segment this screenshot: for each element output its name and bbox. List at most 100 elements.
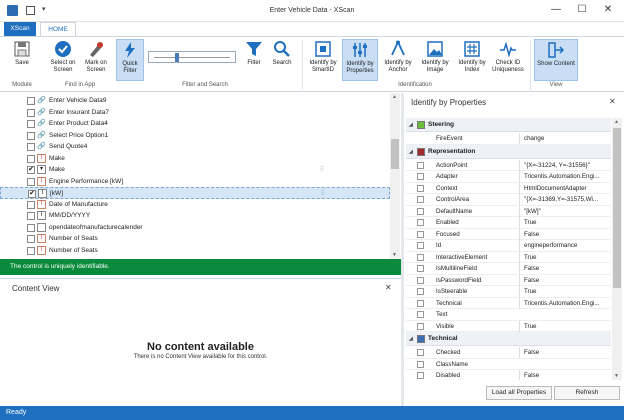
tree-row-checkbox[interactable]: [27, 120, 35, 128]
property-value[interactable]: True: [519, 217, 609, 228]
property-row[interactable]: FireEvent change: [406, 133, 611, 145]
tree-row-checkbox[interactable]: [27, 108, 35, 117]
property-value[interactable]: engineperformance: [519, 240, 609, 251]
property-checkbox[interactable]: [417, 161, 424, 169]
property-value[interactable]: True: [519, 251, 609, 263]
property-row[interactable]: Context HtmlDocumentAdapter: [406, 182, 611, 194]
tree-row-checkbox[interactable]: [27, 223, 35, 232]
property-value[interactable]: False: [519, 263, 609, 274]
tree-row-checkbox[interactable]: [27, 143, 35, 151]
property-row[interactable]: InteractiveElement True: [406, 251, 611, 263]
property-row[interactable]: Adapter Tricentis.Automation.Engi...: [406, 171, 611, 183]
property-checkbox[interactable]: [417, 253, 424, 261]
property-value[interactable]: Tricentis.Automation.Engi...: [519, 171, 609, 182]
property-row[interactable]: Focused False: [406, 228, 611, 240]
property-value[interactable]: False: [519, 370, 609, 380]
identify-by-smartid-button[interactable]: Identify by SmartID: [305, 39, 341, 81]
property-row[interactable]: ClassName: [406, 359, 611, 370]
property-value[interactable]: "[kW]": [519, 205, 609, 217]
tab-file[interactable]: XScan: [4, 22, 36, 36]
property-checkbox[interactable]: [417, 311, 424, 318]
property-row[interactable]: Disabled False: [406, 370, 611, 380]
tree-row-checkbox[interactable]: [27, 177, 35, 186]
quick-filter-button[interactable]: Quick Filter: [116, 39, 144, 81]
scroll-up-icon[interactable]: ▲: [614, 119, 619, 125]
filter-button[interactable]: Filter: [239, 39, 269, 81]
property-category[interactable]: ◢ Steering: [406, 118, 611, 132]
property-value[interactable]: change: [519, 133, 609, 144]
tree-row-checkbox[interactable]: ✔: [27, 166, 35, 174]
property-value[interactable]: "{X=-31224, Y=-31556}": [519, 159, 609, 171]
property-row[interactable]: ControlArea "{X=-31369,Y=-31575,Wi...: [406, 194, 611, 206]
slider-thumb[interactable]: [175, 53, 179, 62]
property-checkbox[interactable]: [417, 288, 424, 295]
property-checkbox[interactable]: [417, 372, 424, 379]
property-row[interactable]: ActionPoint "{X=-31224, Y=-31556}": [406, 159, 611, 171]
property-checkbox[interactable]: [417, 360, 424, 368]
identify-by-index-button[interactable]: Identify by Index: [454, 39, 490, 81]
property-value[interactable]: Tricentis.Automation.Engi...: [519, 297, 609, 309]
property-checkbox[interactable]: [417, 242, 424, 249]
close-icon[interactable]: ✕: [385, 283, 392, 292]
tree-row[interactable]: T Engine Performance [kW]: [0, 176, 390, 188]
tree-row[interactable]: 🔗 Enter Insurant Data7: [0, 107, 390, 119]
tab-home[interactable]: HOME: [40, 22, 76, 36]
property-checkbox[interactable]: [417, 230, 424, 238]
scroll-down-icon[interactable]: ▼: [614, 373, 619, 379]
tree-row-checkbox[interactable]: [27, 212, 35, 220]
tree-row-checkbox[interactable]: ✔: [28, 190, 36, 198]
property-value[interactable]: True: [519, 286, 609, 297]
tree-row-checkbox[interactable]: [27, 154, 35, 163]
tree-row[interactable]: 🔗 Select Price Option1: [0, 130, 390, 142]
scroll-down-icon[interactable]: ▼: [392, 252, 397, 258]
property-row[interactable]: Enabled True: [406, 217, 611, 229]
maximize-button[interactable]: ☐: [572, 4, 592, 17]
tree-row[interactable]: 🔗 Send Quote4: [0, 141, 390, 153]
identify-by-image-button[interactable]: Identify by Image: [417, 39, 453, 81]
property-checkbox[interactable]: [417, 173, 424, 180]
property-checkbox[interactable]: [417, 299, 424, 307]
select-on-screen-button[interactable]: Select on Screen: [45, 39, 81, 81]
tree-row[interactable]: I MM/DD/YYYY: [0, 210, 390, 222]
property-checkbox[interactable]: [417, 184, 424, 192]
scroll-up-icon[interactable]: ▲: [392, 94, 397, 100]
tree-row-checkbox[interactable]: [27, 235, 35, 243]
refresh-button[interactable]: Refresh: [554, 386, 620, 400]
tree-row[interactable]: 🔗 Enter Vehicle Data9: [0, 95, 390, 107]
collapse-arrow-icon[interactable]: ◢: [409, 118, 413, 132]
tree-scrollbar[interactable]: ▲ ▼: [390, 93, 400, 259]
scroll-thumb[interactable]: [391, 139, 399, 169]
identify-by-properties-button[interactable]: Identify by Properties: [342, 39, 378, 81]
check-id-uniqueness-button[interactable]: Check ID Uniqueness: [489, 39, 527, 81]
tree-row-checkbox[interactable]: [27, 131, 35, 140]
property-category[interactable]: ◢ Representation: [406, 144, 611, 159]
property-value[interactable]: False: [519, 347, 609, 358]
property-checkbox[interactable]: [417, 196, 424, 203]
property-row[interactable]: IsMultilineField False: [406, 263, 611, 275]
property-checkbox[interactable]: [417, 349, 424, 356]
mark-on-screen-button[interactable]: Mark on Screen: [78, 39, 114, 81]
tree-row-checkbox[interactable]: [27, 246, 35, 255]
property-row[interactable]: Checked False: [406, 347, 611, 359]
load-all-properties-button[interactable]: Load all Properties: [486, 386, 552, 400]
identify-by-anchor-button[interactable]: Identify by Anchor: [380, 39, 416, 81]
property-checkbox[interactable]: [417, 276, 424, 284]
collapse-arrow-icon[interactable]: ◢: [409, 145, 413, 159]
property-row[interactable]: Visible True: [406, 320, 611, 332]
property-row[interactable]: DefaultName "[kW]": [406, 205, 611, 217]
tree-row[interactable]: ✔ ▾ Make ⫶⫶: [0, 164, 390, 176]
search-button[interactable]: Search: [267, 39, 297, 81]
property-value[interactable]: False: [519, 228, 609, 240]
property-row[interactable]: IsSteerable True: [406, 286, 611, 298]
property-checkbox[interactable]: [417, 219, 424, 226]
tree-row-checkbox[interactable]: [27, 200, 35, 209]
tree-row[interactable]: 🔗 Enter Product Data4: [0, 118, 390, 130]
property-checkbox[interactable]: [417, 322, 424, 330]
minimize-button[interactable]: —: [546, 4, 566, 17]
scroll-thumb[interactable]: [613, 128, 621, 288]
tree-row[interactable]: T Make: [0, 153, 390, 165]
tree-row-checkbox[interactable]: [27, 97, 35, 105]
property-row[interactable]: Id engineperformance: [406, 240, 611, 252]
tree-row[interactable]: T Number of Seats: [0, 233, 390, 245]
property-row[interactable]: IsPasswordField False: [406, 274, 611, 286]
